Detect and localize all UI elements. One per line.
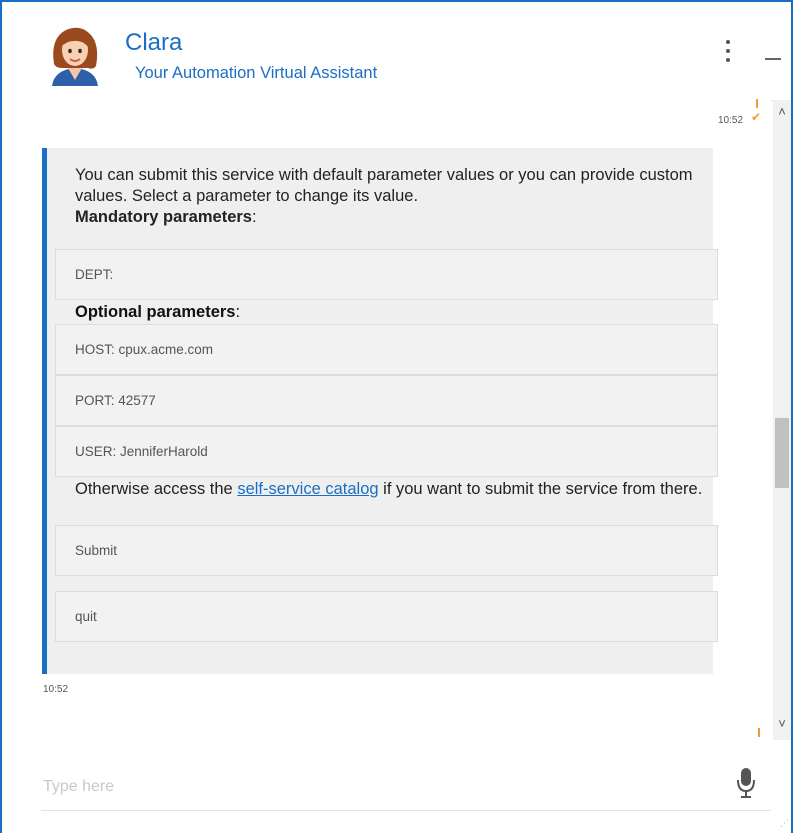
otherwise-suffix: if you want to submit the service from t… [378,480,703,498]
message-timestamp-bottom: 10:52 [43,684,69,695]
param-host[interactable]: HOST: cpux.acme.com [55,324,718,375]
composer [8,748,771,811]
mandatory-colon: : [251,208,257,226]
chevron-down-icon[interactable]: ˅ [773,716,791,732]
assistant-message-bubble: You can submit this service with default… [42,148,718,674]
intro-text: You can submit this service with default… [75,166,693,205]
message-input[interactable] [41,772,725,802]
otherwise-text: Otherwise access the self-service catalo… [75,479,725,500]
chat-scrollbar[interactable]: ˄ ˅ [773,100,791,740]
scroll-marker-bottom [758,728,760,737]
resize-grip-icon[interactable]: ⋰ [780,818,789,829]
message-intro: You can submit this service with default… [75,165,695,228]
message-timestamp-top: 10:52 [718,115,744,126]
quit-button[interactable]: quit [55,591,718,642]
chevron-up-icon[interactable]: ˄ [773,104,791,120]
otherwise-prefix: Otherwise access the [75,480,238,498]
param-port[interactable]: PORT: 42577 [55,375,718,426]
scroll-marker-top [756,99,758,108]
self-service-catalog-link[interactable]: self-service catalog [237,480,378,498]
minimize-icon[interactable] [765,58,781,60]
submit-button[interactable]: Submit [55,525,718,576]
param-dept[interactable]: DEPT: [55,249,718,300]
kebab-menu-icon[interactable] [725,40,731,66]
param-user[interactable]: USER: JenniferHarold [55,426,718,477]
assistant-name: Clara [125,29,183,56]
optional-colon: : [235,303,241,321]
chat-header: Clara Your Automation Virtual Assistant [8,2,791,101]
optional-label: Optional parameters [75,303,236,321]
optional-section-label: Optional parameters: [75,303,240,322]
microphone-icon[interactable] [736,766,756,800]
assistant-subtitle: Your Automation Virtual Assistant [135,64,378,82]
assistant-avatar [46,24,104,86]
check-icon: ✔ [751,110,762,124]
input-underline [41,810,771,811]
scroll-thumb[interactable] [775,418,789,488]
mandatory-label: Mandatory parameters [75,208,252,226]
